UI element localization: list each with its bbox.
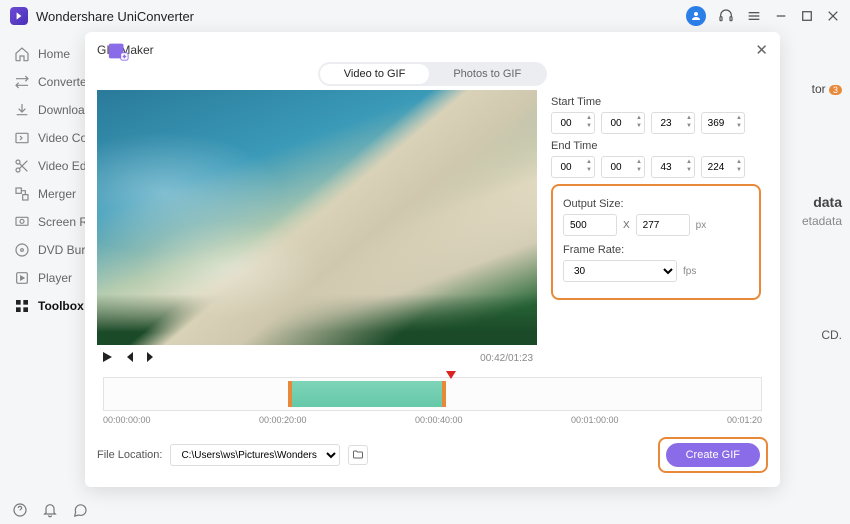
sidebar-item-label: Toolbox <box>38 299 84 313</box>
file-location-label: File Location: <box>97 449 162 461</box>
app-title: Wondershare UniConverter <box>36 9 194 24</box>
start-seconds-input[interactable]: ▲▼ <box>651 112 695 134</box>
output-settings-box: Output Size: X px Frame Rate: 30 fps <box>551 184 761 300</box>
toolbox-icon <box>14 298 30 314</box>
sidebar-item-label: Home <box>38 47 70 61</box>
end-ms-input[interactable]: ▲▼ <box>701 156 745 178</box>
recorder-icon <box>14 214 30 230</box>
help-icon[interactable] <box>12 502 28 518</box>
size-unit: px <box>696 220 707 231</box>
mode-tabs: Video to GIF Photos to GIF <box>318 62 547 86</box>
sidebar-item-recorder[interactable]: Screen Recorder <box>14 208 85 236</box>
close-button[interactable] <box>826 9 840 23</box>
play-button[interactable] <box>101 351 113 366</box>
sidebar-item-downloader[interactable]: Downloader <box>14 96 85 124</box>
modal-close-button[interactable]: ✕ <box>755 41 768 59</box>
minimize-button[interactable] <box>774 9 788 23</box>
playhead-icon[interactable] <box>446 371 456 379</box>
sidebar-item-label: Video Editor <box>38 159 85 173</box>
video-preview[interactable] <box>97 90 537 345</box>
file-location-select[interactable]: C:\Users\ws\Pictures\Wonders <box>170 444 340 466</box>
rate-unit: fps <box>683 266 696 277</box>
start-ms-input[interactable]: ▲▼ <box>701 112 745 134</box>
bell-icon[interactable] <box>42 502 58 518</box>
end-seconds-input[interactable]: ▲▼ <box>651 156 695 178</box>
sidebar: Home Converter Downloader Video Compress… <box>0 32 85 492</box>
scissors-icon <box>14 158 30 174</box>
end-hours-input[interactable]: ▲▼ <box>551 156 595 178</box>
sidebar-item-home[interactable]: Home <box>14 40 85 68</box>
dvd-icon <box>14 242 30 258</box>
end-time-label: End Time <box>551 140 761 152</box>
timeline-selection[interactable] <box>288 381 446 407</box>
download-icon <box>14 102 30 118</box>
start-minutes-input[interactable]: ▲▼ <box>601 112 645 134</box>
sidebar-item-label: Video Compressor <box>38 131 85 145</box>
next-frame-button[interactable] <box>145 351 157 366</box>
sidebar-item-toolbox[interactable]: Toolbox <box>14 292 85 320</box>
sidebar-item-label: Downloader <box>38 103 85 117</box>
prev-frame-button[interactable] <box>123 351 135 366</box>
tab-video-to-gif[interactable]: Video to GIF <box>320 64 430 84</box>
merger-icon <box>14 186 30 202</box>
sidebar-item-editor[interactable]: Video Editor <box>14 152 85 180</box>
output-size-label: Output Size: <box>563 198 749 210</box>
menu-icon[interactable] <box>746 8 762 24</box>
start-time-label: Start Time <box>551 96 761 108</box>
sidebar-item-compressor[interactable]: Video Compressor <box>14 124 85 152</box>
converter-icon <box>14 74 30 90</box>
frame-rate-select[interactable]: 30 <box>563 260 677 282</box>
sidebar-item-dvd[interactable]: DVD Burner <box>14 236 85 264</box>
frame-rate-label: Frame Rate: <box>563 244 749 256</box>
create-gif-button[interactable]: Create GIF <box>666 443 760 467</box>
output-width-input[interactable] <box>563 214 617 236</box>
sidebar-item-label: Screen Recorder <box>38 215 85 229</box>
titlebar: Wondershare UniConverter <box>0 0 850 32</box>
timeline-labels: 00:00:00:00 00:00:20:00 00:00:40:00 00:0… <box>103 415 762 425</box>
timecode: 00:42/01:23 <box>480 353 533 364</box>
sidebar-item-converter[interactable]: Converter <box>14 68 85 96</box>
feedback-icon[interactable] <box>72 502 88 518</box>
open-folder-button[interactable] <box>348 445 368 465</box>
tab-photos-to-gif[interactable]: Photos to GIF <box>429 64 545 84</box>
output-height-input[interactable] <box>636 214 690 236</box>
app-logo-icon <box>10 7 28 25</box>
sidebar-item-merger[interactable]: Merger <box>14 180 85 208</box>
compress-icon <box>14 130 30 146</box>
player-icon <box>14 270 30 286</box>
size-separator: X <box>623 220 630 231</box>
gif-maker-modal: GIF Maker ✕ Video to GIF Photos to GIF <box>85 32 780 487</box>
sidebar-item-label: Merger <box>38 187 76 201</box>
create-gif-highlight: Create GIF <box>658 437 768 473</box>
sidebar-item-label: DVD Burner <box>38 243 85 257</box>
maximize-button[interactable] <box>800 9 814 23</box>
sidebar-item-label: Converter <box>38 75 85 89</box>
timeline[interactable]: 00:00:00:00 00:00:20:00 00:00:40:00 00:0… <box>97 377 768 425</box>
home-icon <box>14 46 30 62</box>
sidebar-item-player[interactable]: Player <box>14 264 85 292</box>
user-avatar-icon[interactable] <box>686 6 706 26</box>
headset-icon[interactable] <box>718 8 734 24</box>
end-minutes-input[interactable]: ▲▼ <box>601 156 645 178</box>
sidebar-item-label: Player <box>38 271 72 285</box>
start-hours-input[interactable]: ▲▼ <box>551 112 595 134</box>
add-media-button[interactable] <box>107 40 129 65</box>
